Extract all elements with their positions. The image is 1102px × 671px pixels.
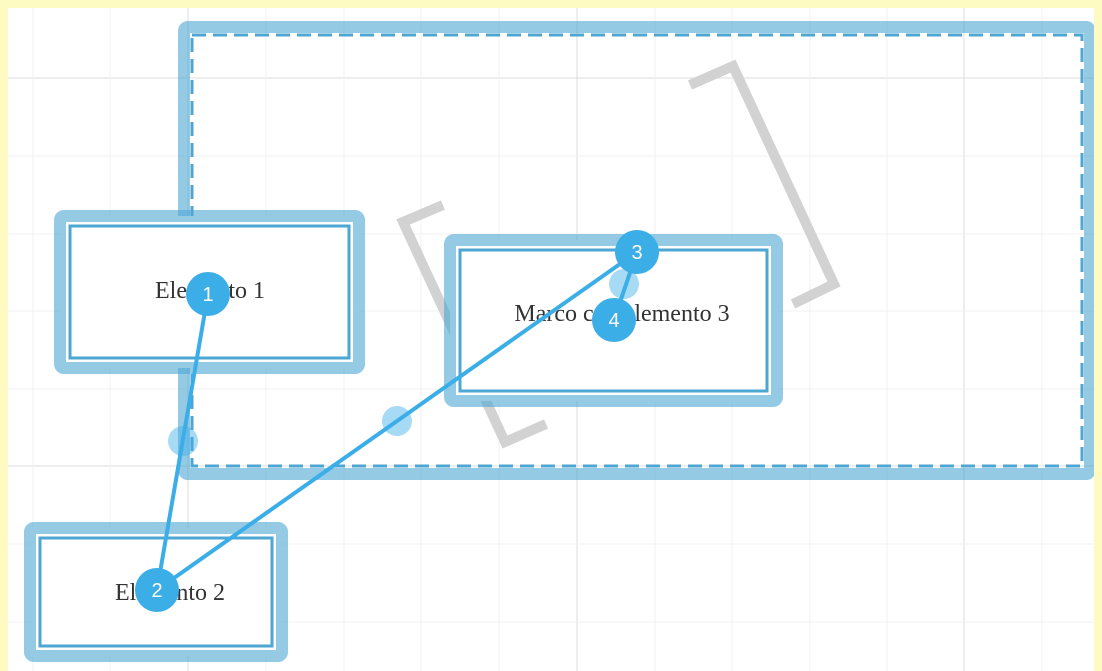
svg-text:1: 1: [202, 284, 213, 306]
svg-text:2: 2: [151, 580, 162, 602]
node-marker-2[interactable]: 2: [135, 568, 179, 612]
diagram-canvas[interactable]: Elemento 1 Elemento 2 Marco con elemento…: [0, 0, 1102, 671]
node-marker-1[interactable]: 1: [186, 272, 230, 316]
midpoint-handle-2-3: [382, 406, 412, 436]
svg-text:3: 3: [631, 242, 642, 264]
midpoint-handle-1-2: [168, 426, 198, 456]
node-marker-3[interactable]: 3: [615, 230, 659, 274]
node-marker-4[interactable]: 4: [592, 298, 636, 342]
diagram-svg: Elemento 1 Elemento 2 Marco con elemento…: [8, 8, 1094, 671]
svg-text:4: 4: [608, 310, 619, 332]
